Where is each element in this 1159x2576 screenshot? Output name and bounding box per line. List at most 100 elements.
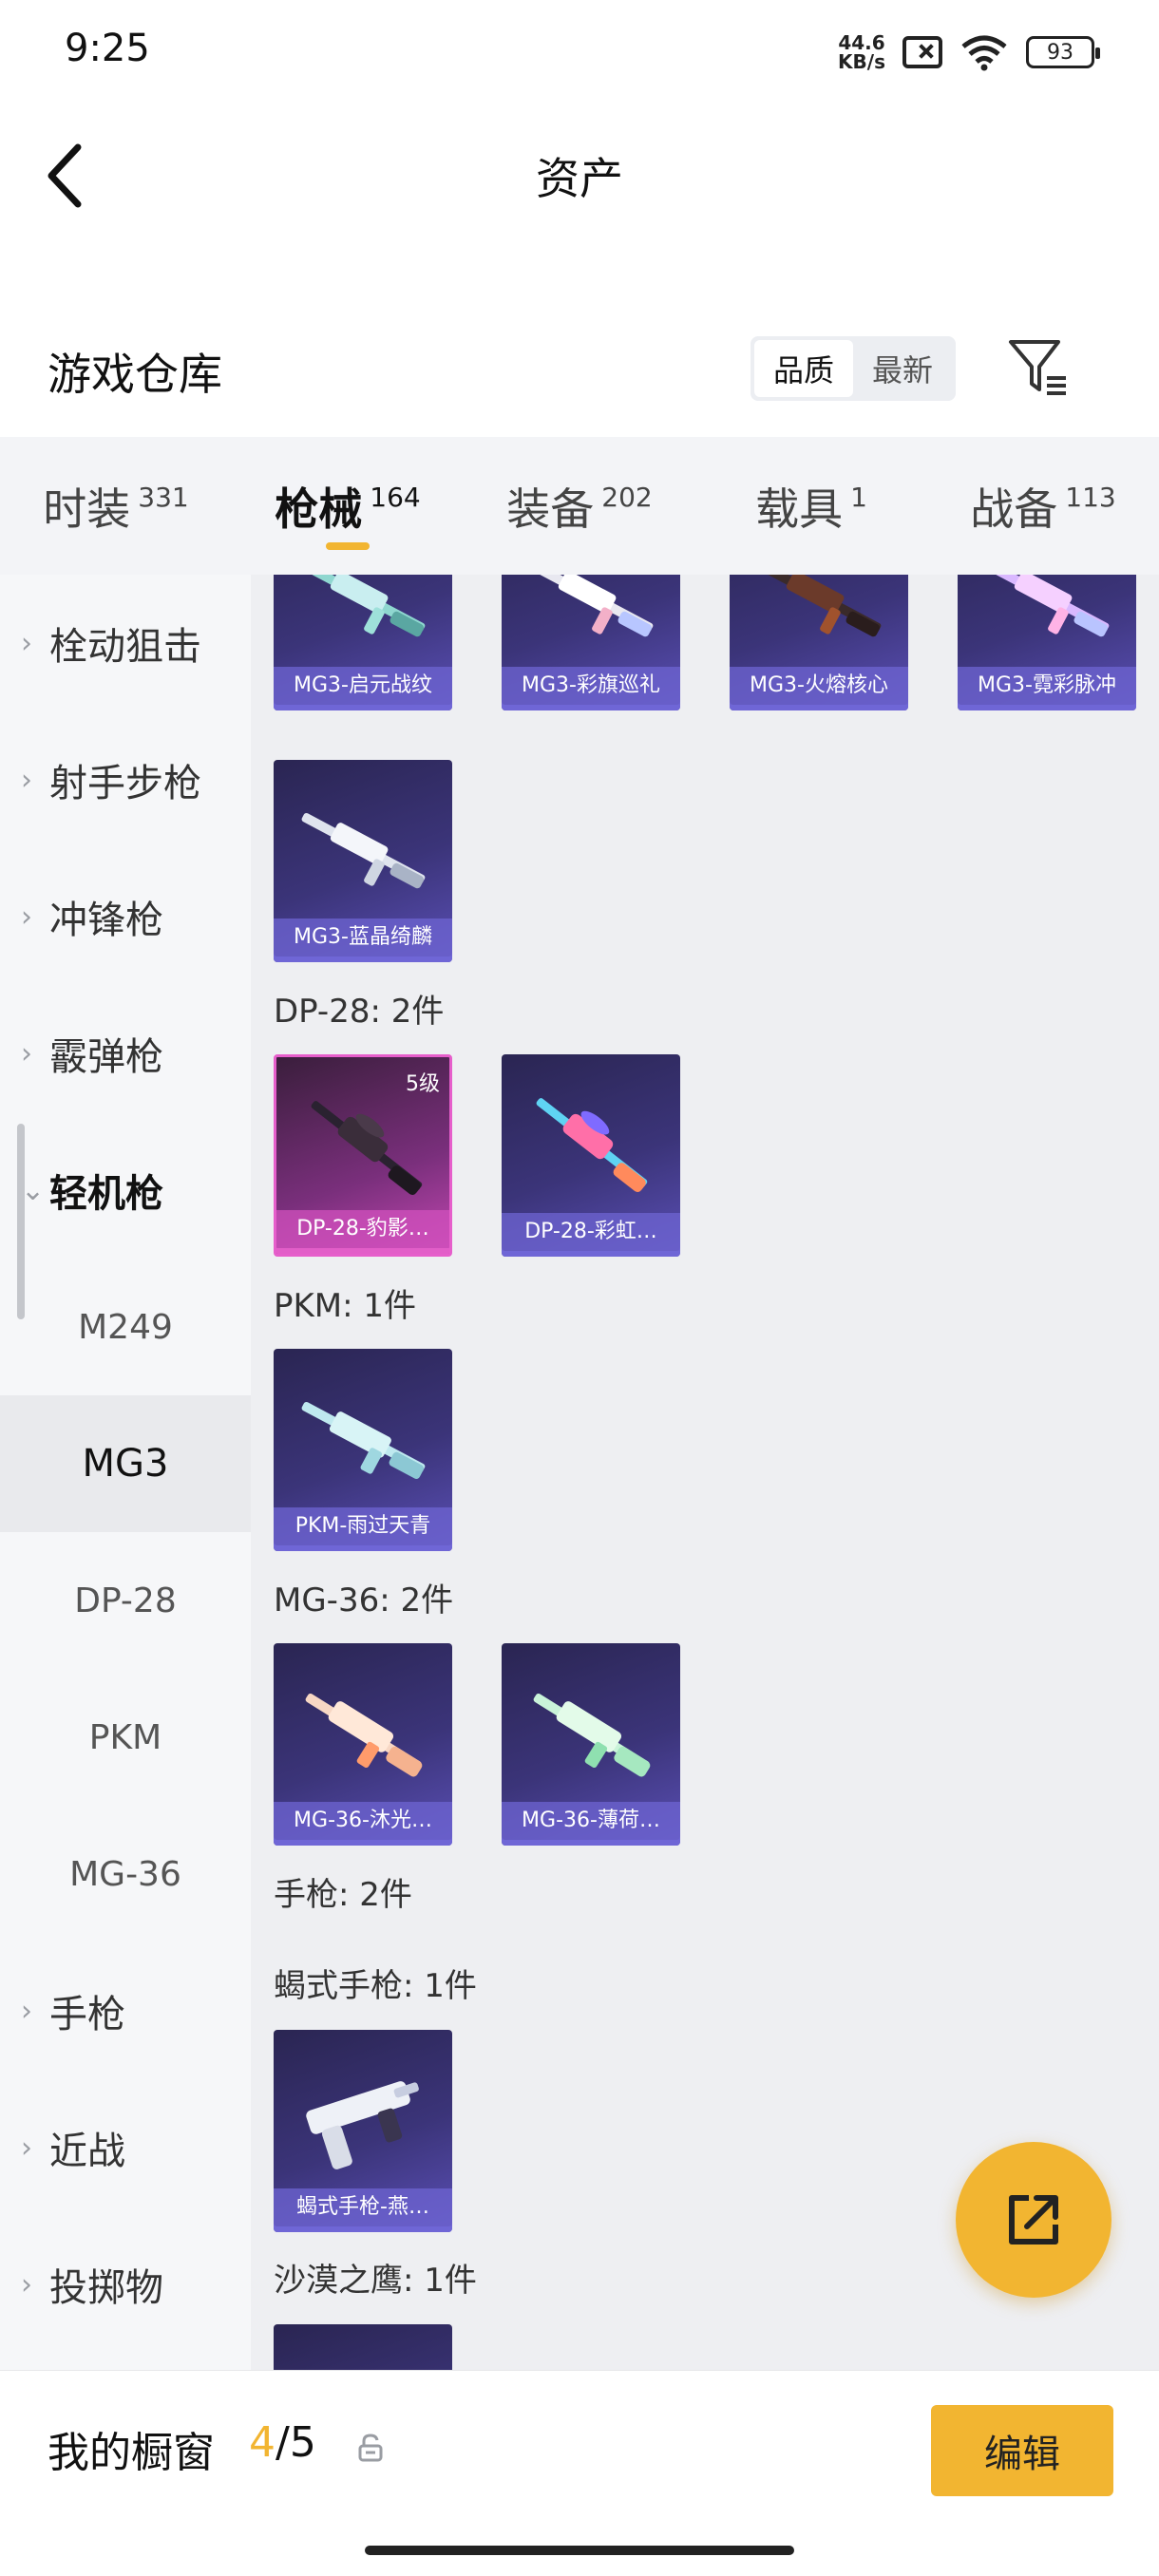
chevron-right-icon: › [21, 626, 32, 660]
skin-card[interactable]: MG3-启元战纹 [274, 575, 452, 710]
sidebar-item-label: 射手步枪 [49, 762, 201, 805]
sidebar-item-melee[interactable]: › 近战 [0, 2079, 251, 2216]
skin-name: MG-36-薄荷… [502, 1802, 680, 1840]
home-indicator[interactable] [365, 2546, 794, 2555]
tab-count: 164 [370, 482, 421, 513]
tab-label: 载具 [755, 483, 844, 535]
lmg-skin-icon [301, 1401, 426, 1479]
showcase-count: 4/5 [249, 2418, 316, 2467]
skin-name: DP-28-豹影… [276, 1210, 449, 1248]
sidebar-item-throwable[interactable]: › 投掷物 [0, 2216, 251, 2353]
skin-card[interactable]: MG3-霓彩脉冲 [958, 575, 1136, 710]
skin-name: DP-28-彩虹… [502, 1213, 680, 1251]
category-tabs: 时装 331 枪械 164 装备 202 载具 1 战备 113 [0, 437, 1159, 575]
sidebar-item-bolt-sniper[interactable]: › 栓动狙击 [0, 575, 251, 711]
tab-guns[interactable]: 枪械 164 [232, 437, 464, 575]
status-icons: 44.6 KB/s 93 [838, 28, 1100, 76]
skin-card[interactable]: MG-36-沐光… [274, 1643, 452, 1846]
skin-name: MG3-彩旗巡礼 [502, 667, 680, 705]
tab-vehicles[interactable]: 载具 1 [695, 437, 927, 575]
lmg-skin-icon [301, 575, 426, 637]
filter-button[interactable] [1005, 334, 1072, 401]
chevron-right-icon: › [21, 2267, 32, 2301]
skin-name: MG3-火熔核心 [730, 667, 908, 705]
sort-toggle: 品质 最新 [750, 336, 956, 401]
tab-count: 1 [850, 482, 867, 513]
tab-equipment[interactable]: 装备 202 [464, 437, 695, 575]
lmg-skin-icon [529, 575, 654, 637]
chevron-right-icon: › [21, 900, 32, 934]
skin-name: PKM-雨过天青 [274, 1507, 452, 1545]
network-speed-value: 44.6 [838, 31, 885, 54]
lmg-skin-icon [985, 575, 1110, 637]
sidebar-item-shotgun[interactable]: › 霰弹枪 [0, 985, 251, 1122]
group-label-deagle: 沙漠之鹰: 1件 [274, 2262, 477, 2300]
tab-fashion[interactable]: 时装 331 [0, 437, 232, 575]
sidebar-sub-dp28[interactable]: DP-28 [0, 1532, 251, 1669]
lmg-skin-icon [533, 1693, 651, 1777]
skin-name: MG3-启元战纹 [274, 667, 452, 705]
skin-card[interactable]: MG3-火熔核心 [730, 575, 908, 710]
sidebar-item-pistol[interactable]: › 手枪 [0, 1942, 251, 2079]
sidebar-sub-pkm[interactable]: PKM [0, 1669, 251, 1806]
page-title: 资产 [536, 153, 623, 204]
tab-label: 枪械 [275, 483, 363, 535]
weapon-category-sidebar: › 栓动狙击 › 射手步枪 › 冲锋枪 › 霰弹枪 ⌄ 轻机枪 M249 MG3… [0, 575, 251, 2370]
sidebar-item-smg[interactable]: › 冲锋枪 [0, 848, 251, 985]
group-label-scorpion: 蝎式手枪: 1件 [274, 1967, 477, 2005]
skin-card[interactable] [274, 2324, 452, 2370]
group-label-pistol: 手枪: 2件 [274, 1876, 412, 1914]
skin-name: 蝎式手枪-燕… [274, 2188, 452, 2226]
sidebar-sub-m249[interactable]: M249 [0, 1259, 251, 1395]
section-title: 游戏仓库 [48, 349, 222, 400]
lock-icon [358, 2434, 383, 2462]
pistol-skin-icon [306, 2081, 419, 2169]
sidebar-item-label: 近战 [49, 2130, 125, 2173]
skin-card[interactable]: 蝎式手枪-燕… [274, 2030, 452, 2232]
sidebar-item-lmg[interactable]: ⌄ 轻机枪 [0, 1122, 251, 1259]
chevron-down-icon: ⌄ [21, 1173, 46, 1207]
external-link-icon [1009, 2195, 1058, 2245]
sidebar-item-label: 投掷物 [49, 2266, 163, 2310]
chevron-right-icon: › [21, 1994, 32, 2028]
status-bar: 9:25 44.6 KB/s 93 [0, 0, 1159, 104]
pistol-skin-icon [291, 2357, 435, 2370]
skin-name: MG-36-沐光… [274, 1802, 452, 1840]
network-speed-unit: KB/s [838, 50, 885, 73]
edit-button[interactable]: 编辑 [931, 2405, 1113, 2496]
showcase-count-total: /5 [276, 2418, 316, 2467]
status-time: 9:25 [65, 27, 150, 70]
group-label-pkm: PKM: 1件 [274, 1287, 417, 1325]
showcase-bar: 我的橱窗 4/5 编辑 [0, 2370, 1159, 2576]
lmg-skin-icon [536, 1098, 648, 1192]
tab-label: 战备 [970, 483, 1058, 535]
sort-newest-button[interactable]: 最新 [853, 340, 952, 397]
header: 资产 [0, 104, 1159, 247]
skin-card[interactable]: MG-36-薄荷… [502, 1643, 680, 1846]
sidebar-item-marksman-rifle[interactable]: › 射手步枪 [0, 711, 251, 848]
tab-count: 331 [138, 482, 189, 513]
sort-quality-button[interactable]: 品质 [754, 340, 853, 397]
chevron-right-icon: › [21, 763, 32, 797]
skin-card[interactable]: DP-28-彩虹… [502, 1054, 680, 1257]
sidebar-item-label: 手枪 [49, 1993, 125, 2036]
skin-card[interactable]: 5级 DP-28-豹影… [274, 1054, 452, 1257]
skin-card[interactable]: MG3-彩旗巡礼 [502, 575, 680, 710]
skin-name: MG3-蓝晶绮麟 [274, 919, 452, 957]
showcase-count-current: 4 [249, 2418, 276, 2467]
sidebar-sub-mg36[interactable]: MG-36 [0, 1806, 251, 1942]
skin-card[interactable]: PKM-雨过天青 [274, 1349, 452, 1551]
sidebar-sub-mg3[interactable]: MG3 [0, 1395, 251, 1532]
chevron-right-icon: › [21, 1036, 32, 1070]
sidebar-item-label: 轻机枪 [49, 1172, 163, 1216]
share-button[interactable] [956, 2142, 1112, 2298]
group-label-mg36: MG-36: 2件 [274, 1582, 454, 1619]
lmg-skin-icon [301, 812, 426, 889]
battery-indicator: 93 [1026, 36, 1100, 68]
sidebar-item-label: 栓动狙击 [49, 625, 201, 669]
skin-name: MG3-霓彩脉冲 [958, 667, 1136, 705]
lmg-skin-icon [305, 1693, 423, 1777]
tab-supplies[interactable]: 战备 113 [927, 437, 1159, 575]
skin-card[interactable]: MG3-蓝晶绮麟 [274, 760, 452, 962]
sidebar-scrollbar[interactable] [17, 1124, 25, 1319]
